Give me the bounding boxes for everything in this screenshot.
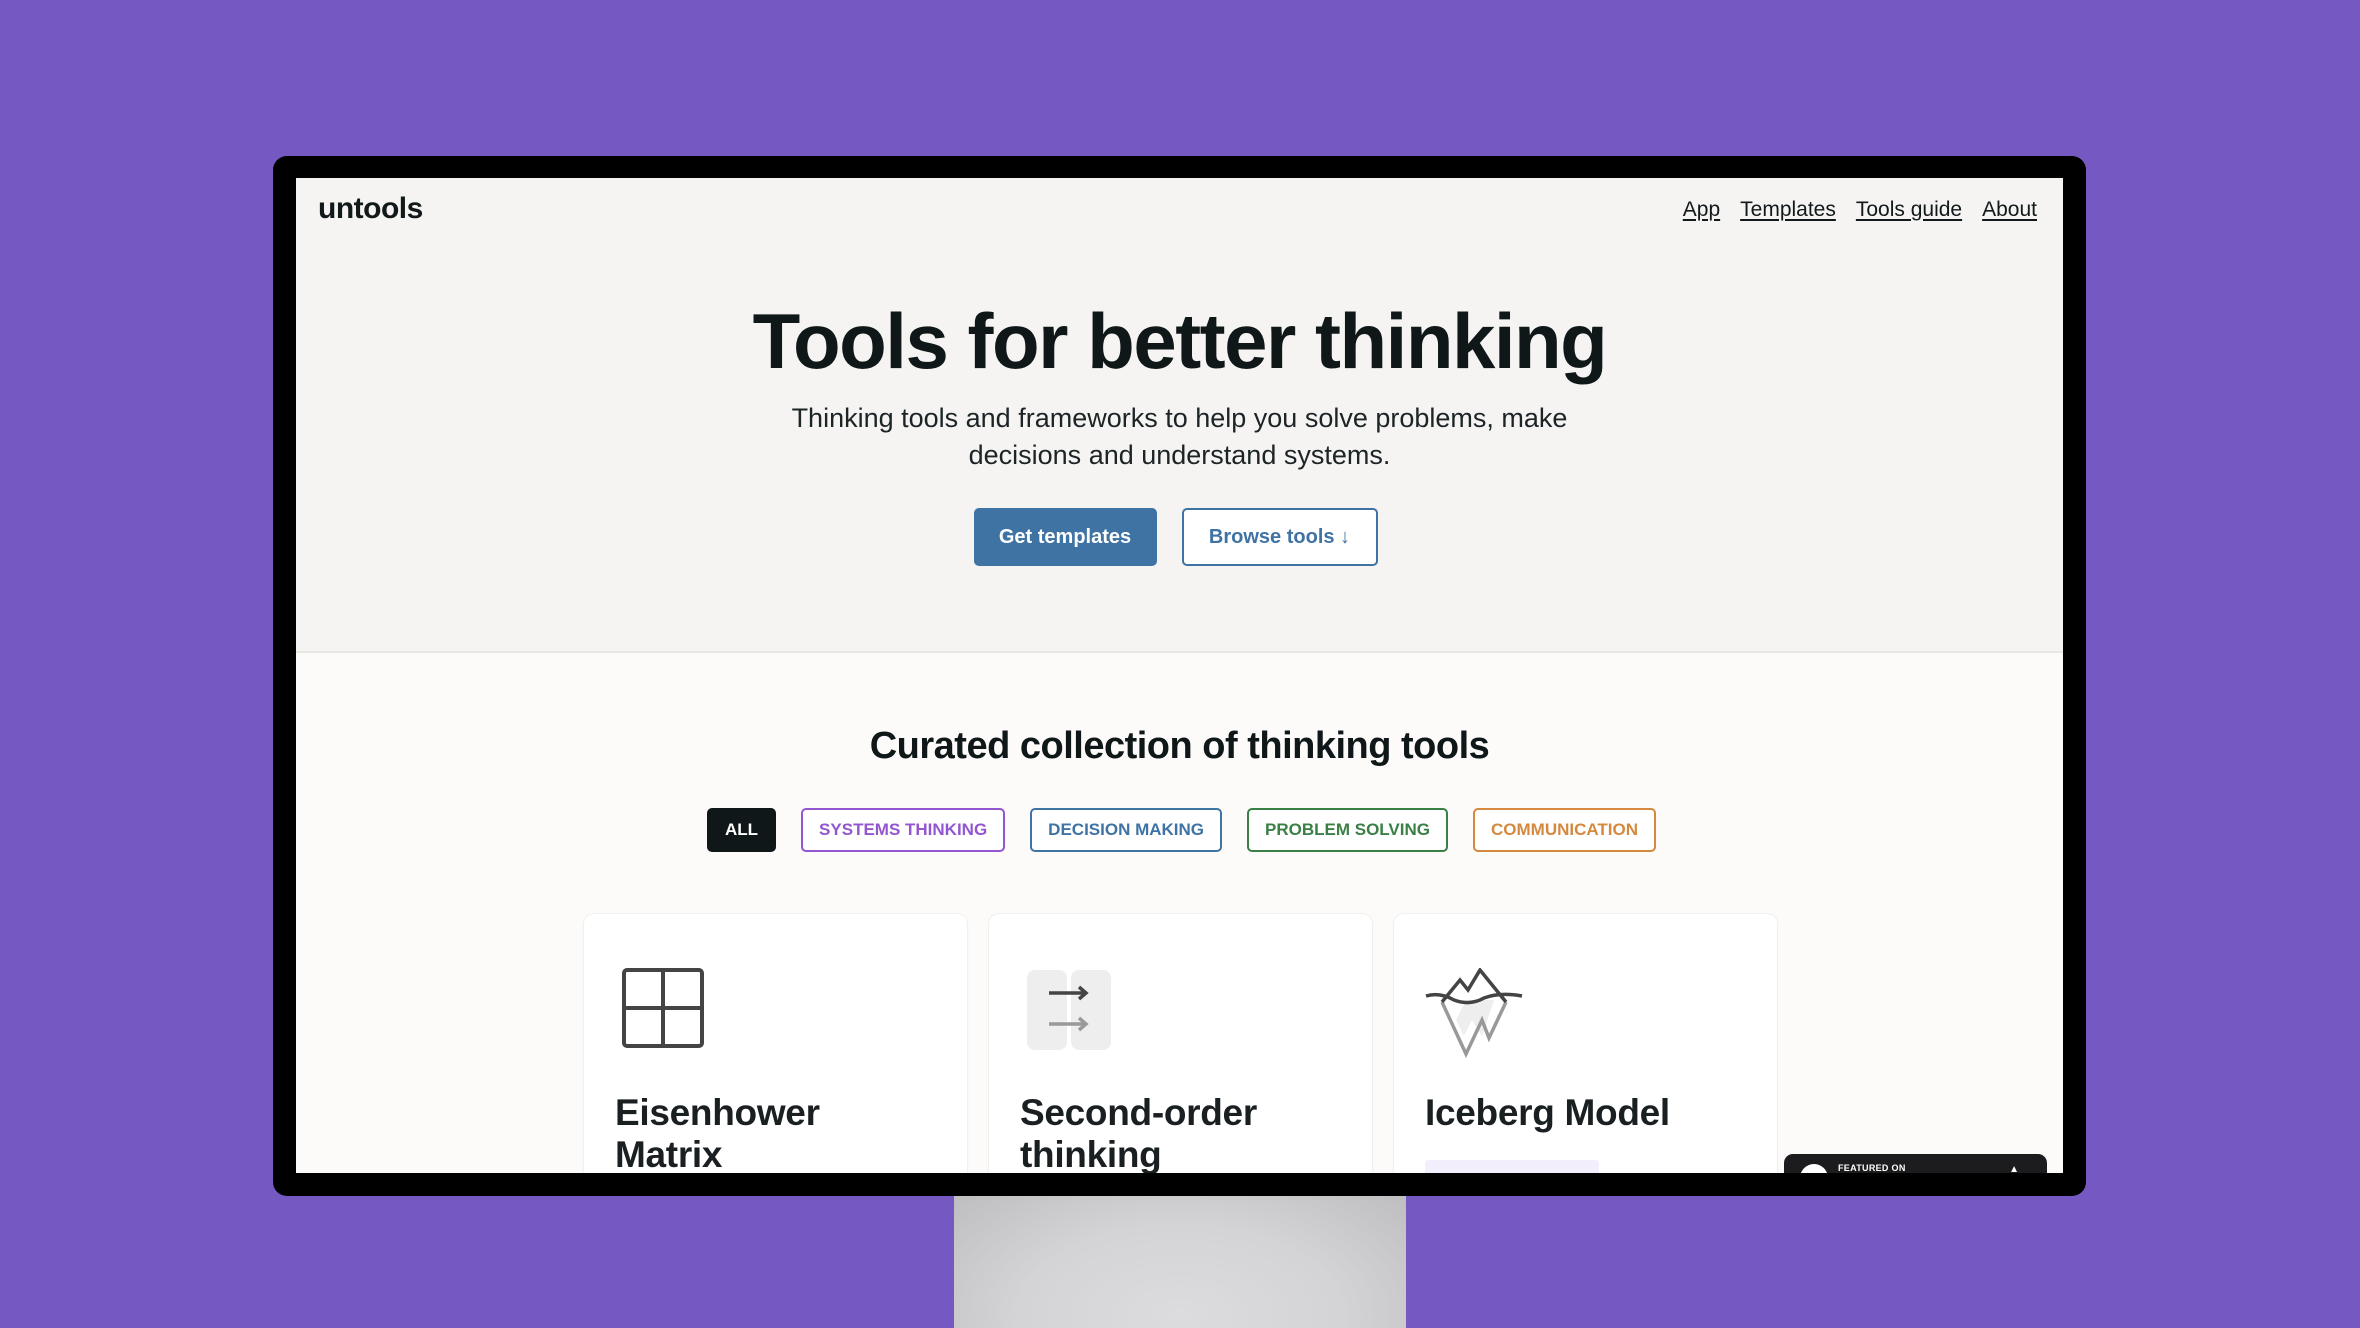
category-filters: ALL SYSTEMS THINKING DECISION MAKING PRO…: [296, 808, 2063, 852]
card-title: Eisenhower Matrix: [615, 1092, 820, 1173]
grid-matrix-icon: [622, 968, 704, 1048]
collection-title: Curated collection of thinking tools: [869, 725, 1490, 767]
featured-label: FEATURED ON: [1838, 1163, 1906, 1173]
upvote-arrow-icon: ▲: [2009, 1164, 2019, 1173]
nav-templates[interactable]: Templates: [1740, 198, 1836, 222]
filter-systems-thinking[interactable]: SYSTEMS THINKING: [801, 808, 1006, 852]
top-nav: App Templates Tools guide About: [1683, 198, 2037, 222]
monitor-stand: [954, 1190, 1406, 1328]
hero-buttons: Get templates Browse tools ↓: [296, 508, 2063, 566]
card-title: Second-order thinking: [1020, 1092, 1257, 1173]
filter-problem-solving[interactable]: PROBLEM SOLVING: [1247, 808, 1448, 852]
tool-cards: Eisenhower Matrix Second-order thinking …: [584, 914, 1777, 1173]
card-eisenhower-matrix[interactable]: Eisenhower Matrix: [584, 914, 967, 1173]
nav-tools-guide[interactable]: Tools guide: [1856, 198, 1962, 222]
filter-all[interactable]: ALL: [707, 808, 777, 852]
card-iceberg-model[interactable]: Iceberg Model: [1394, 914, 1777, 1173]
double-arrow-icon: [1027, 970, 1111, 1050]
browse-tools-button[interactable]: Browse tools ↓: [1181, 508, 1378, 566]
category-tag: [1425, 1160, 1599, 1173]
filter-decision-making[interactable]: DECISION MAKING: [1030, 808, 1223, 852]
card-second-order-thinking[interactable]: Second-order thinking: [989, 914, 1372, 1173]
nav-about[interactable]: About: [1982, 198, 2037, 222]
iceberg-icon: [1425, 968, 1523, 1058]
get-templates-button[interactable]: Get templates: [973, 508, 1157, 566]
browser-viewport: untools App Templates Tools guide About …: [296, 178, 2063, 1173]
hero-section: untools App Templates Tools guide About …: [296, 178, 2063, 653]
featured-badge[interactable]: FEATURED ON ▲: [1784, 1154, 2047, 1173]
logo[interactable]: untools: [318, 192, 423, 226]
nav-app[interactable]: App: [1683, 198, 1720, 222]
card-title: Iceberg Model: [1425, 1092, 1670, 1133]
hero-subtitle: Thinking tools and frameworks to help yo…: [791, 403, 1568, 470]
hero-title: Tools for better thinking: [752, 297, 1608, 385]
badge-logo-icon: [1800, 1164, 1828, 1173]
filter-communication[interactable]: COMMUNICATION: [1473, 808, 1656, 852]
